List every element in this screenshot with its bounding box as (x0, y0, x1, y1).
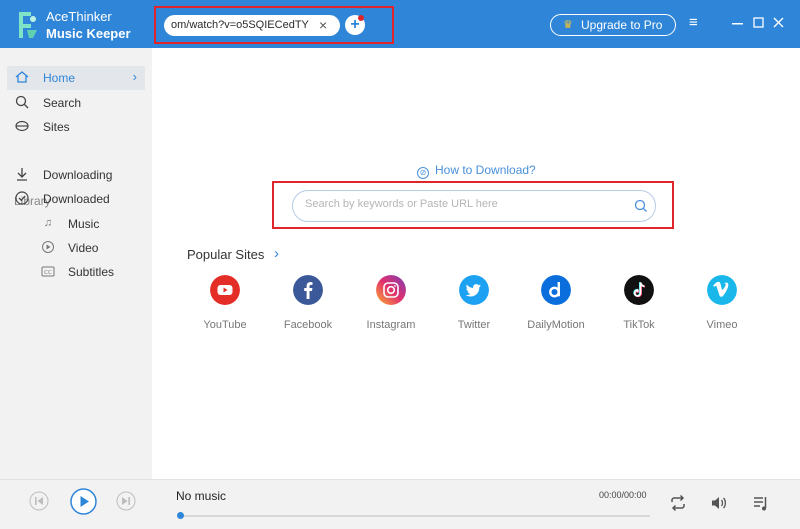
sidebar-item-sites[interactable]: Sites (7, 115, 145, 139)
site-label-tiktok: TikTok (623, 319, 655, 331)
url-tab[interactable]: om/watch?v=o5SQIECedTY × (164, 15, 340, 36)
site-label-youtube: YouTube (203, 319, 247, 331)
sidebar-item-home[interactable]: Home › (7, 66, 145, 90)
upgrade-label: Upgrade to Pro (581, 18, 663, 32)
site-twitter[interactable]: Twitter (434, 275, 514, 331)
sidebar-item-search[interactable]: Search (7, 91, 145, 115)
youtube-icon (210, 275, 240, 305)
close-window-icon[interactable] (773, 17, 785, 29)
progress-track[interactable] (180, 515, 650, 517)
sidebar-item-music[interactable]: ♫ Music (32, 212, 145, 236)
music-note-icon: ♫ (43, 217, 53, 229)
tab-url-text: om/watch?v=o5SQIECedTY (171, 19, 309, 31)
site-label-facebook: Facebook (283, 319, 333, 331)
how-to-label: How to Download? (435, 163, 536, 177)
progress-knob[interactable] (177, 512, 184, 519)
how-to-download-link[interactable]: ⊘ How to Download? (417, 163, 536, 179)
subtitles-icon: CC (41, 266, 55, 277)
now-playing-title: No music (176, 489, 227, 503)
next-track-icon[interactable] (116, 491, 136, 511)
title-bar: AceThinker Music Keeper om/watch?v=o5SQI… (0, 0, 800, 48)
play-icon[interactable] (70, 488, 97, 515)
site-dailymotion[interactable]: DailyMotion (516, 275, 596, 331)
play-circle-icon (42, 241, 54, 253)
site-facebook[interactable]: Facebook (268, 275, 348, 331)
volume-icon[interactable] (709, 493, 729, 513)
chevron-right-icon[interactable]: › (274, 245, 279, 262)
site-label-twitter: Twitter (457, 319, 491, 331)
repeat-icon[interactable] (668, 493, 688, 513)
sidebar: Home › Search Sites Library Downloading … (0, 48, 152, 479)
sidebar-label-video: Video (68, 241, 99, 255)
search-input[interactable] (305, 198, 625, 210)
search-icon[interactable] (633, 198, 649, 214)
crown-icon: ♛ (563, 19, 573, 31)
site-youtube[interactable]: YouTube (185, 275, 265, 331)
chevron-right-icon: › (132, 69, 137, 84)
sidebar-item-subtitles[interactable]: CC Subtitles (32, 260, 145, 284)
svg-text:CC: CC (44, 270, 52, 276)
site-label-dailymotion: DailyMotion (527, 319, 585, 331)
home-icon (15, 71, 29, 83)
sidebar-label-search: Search (43, 96, 82, 110)
sidebar-item-downloaded[interactable]: Downloaded (7, 187, 145, 211)
app-logo-icon (19, 12, 37, 38)
search-bar[interactable] (292, 190, 656, 222)
site-vimeo[interactable]: Vimeo (682, 275, 762, 331)
sidebar-label-downloaded: Downloaded (43, 192, 110, 206)
facebook-icon (293, 275, 323, 305)
site-label-vimeo: Vimeo (706, 319, 738, 331)
upgrade-button[interactable]: ♛ Upgrade to Pro (550, 14, 676, 36)
sidebar-item-video[interactable]: Video (32, 236, 145, 260)
maximize-icon[interactable] (753, 17, 765, 29)
download-icon (17, 168, 27, 181)
notification-dot (358, 15, 364, 21)
dailymotion-icon (541, 275, 571, 305)
popular-sites-heading: Popular Sites (187, 247, 265, 262)
sidebar-label-sites: Sites (43, 120, 70, 134)
player-bar: No music 00:00/00:00 (0, 479, 800, 529)
site-tiktok[interactable]: TikTok (599, 275, 679, 331)
app-name: AceThinker (46, 9, 112, 24)
search-icon (15, 95, 29, 109)
playback-time: 00:00/00:00 (599, 490, 647, 500)
site-instagram[interactable]: Instagram (351, 275, 431, 331)
help-icon: ⊘ (417, 167, 429, 179)
sidebar-label-home: Home (43, 71, 76, 85)
app-product-name: Music Keeper (46, 26, 131, 41)
menu-icon[interactable]: ≡ (689, 14, 698, 32)
previous-track-icon[interactable] (29, 491, 49, 511)
site-label-instagram: Instagram (366, 319, 416, 331)
sidebar-label-music: Music (68, 217, 100, 231)
playlist-icon[interactable] (751, 493, 771, 513)
check-circle-icon (15, 191, 29, 205)
tiktok-icon (624, 275, 654, 305)
sidebar-item-downloading[interactable]: Downloading (7, 163, 145, 187)
minimize-icon[interactable] (732, 17, 744, 29)
sites-icon (15, 120, 29, 132)
instagram-icon (376, 275, 406, 305)
sidebar-label-subtitles: Subtitles (68, 265, 115, 279)
close-icon[interactable]: × (319, 16, 327, 34)
sidebar-label-downloading: Downloading (43, 168, 113, 182)
vimeo-icon (707, 275, 737, 305)
twitter-icon (459, 275, 489, 305)
